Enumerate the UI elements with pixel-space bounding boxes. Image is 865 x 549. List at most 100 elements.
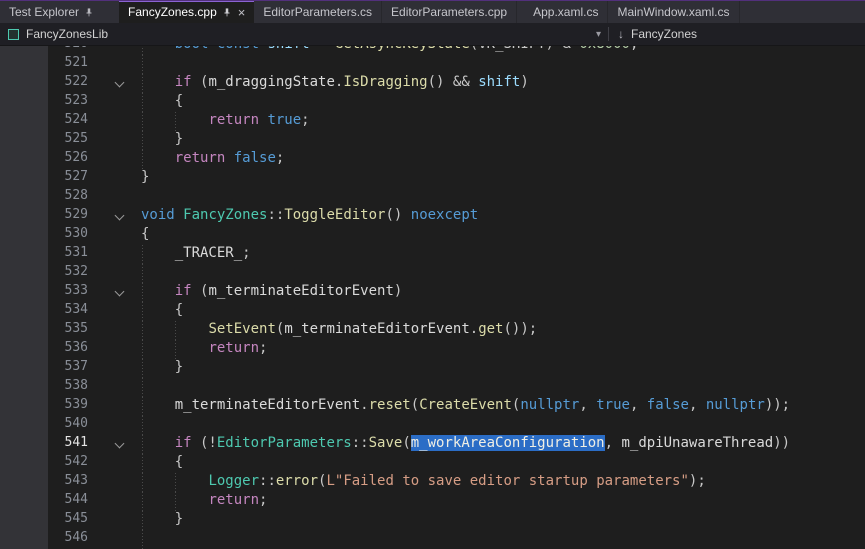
fold-margin xyxy=(94,454,136,473)
code-line[interactable]: 522 if (m_draggingState.IsDragging() && … xyxy=(0,74,865,93)
code-line[interactable]: 539 m_terminateEditorEvent.reset(CreateE… xyxy=(0,397,865,416)
chevron-down-icon[interactable] xyxy=(115,439,125,449)
fold-margin xyxy=(94,397,136,416)
fold-margin[interactable] xyxy=(94,283,136,302)
code-line[interactable]: 543 Logger::error(L"Failed to save edito… xyxy=(0,473,865,492)
breakpoint-margin[interactable] xyxy=(0,416,48,435)
indent-guide xyxy=(142,321,143,340)
indent-guide xyxy=(142,112,143,131)
breakpoint-margin[interactable] xyxy=(0,397,48,416)
pin-icon[interactable] xyxy=(84,7,94,18)
fold-margin[interactable] xyxy=(94,74,136,93)
line-number: 543 xyxy=(48,473,94,492)
tab-test-explorer[interactable]: Test Explorer xyxy=(0,1,103,23)
breakpoint-margin[interactable] xyxy=(0,226,48,245)
tab-label: Test Explorer xyxy=(9,5,79,19)
breakpoint-margin[interactable] xyxy=(0,207,48,226)
line-number: 521 xyxy=(48,55,94,74)
breakpoint-margin[interactable] xyxy=(0,150,48,169)
breakpoint-margin[interactable] xyxy=(0,46,48,55)
breakpoint-margin[interactable] xyxy=(0,264,48,283)
code-line-text: if (m_draggingState.IsDragging() && shif… xyxy=(136,74,865,93)
code-line[interactable]: 541 if (!EditorParameters::Save(m_workAr… xyxy=(0,435,865,454)
chevron-down-icon[interactable] xyxy=(115,78,125,88)
indent-guide xyxy=(142,416,143,435)
code-line[interactable]: 520 bool const shift = GetAsyncKeyState(… xyxy=(0,46,865,55)
code-line[interactable]: 527} xyxy=(0,169,865,188)
code-line-text: { xyxy=(136,454,865,473)
fold-margin[interactable] xyxy=(94,435,136,454)
project-dropdown[interactable]: FancyZonesLib ▾ xyxy=(0,23,608,45)
code-editor[interactable]: 520 bool const shift = GetAsyncKeyState(… xyxy=(0,46,865,549)
breakpoint-margin[interactable] xyxy=(0,340,48,359)
code-line[interactable]: 544 return; xyxy=(0,492,865,511)
code-line[interactable]: 533 if (m_terminateEditorEvent) xyxy=(0,283,865,302)
line-number: 541 xyxy=(48,435,94,454)
line-number: 524 xyxy=(48,112,94,131)
code-line[interactable]: 530{ xyxy=(0,226,865,245)
code-line-text: { xyxy=(136,93,865,112)
indent-guide xyxy=(142,511,143,530)
member-dropdown[interactable]: ↓ FancyZones xyxy=(609,23,865,45)
code-line[interactable]: 546 xyxy=(0,530,865,549)
pin-icon[interactable] xyxy=(222,7,232,18)
tab-editorparameters-cs[interactable]: EditorParameters.cs xyxy=(254,1,382,23)
code-line[interactable]: 542 { xyxy=(0,454,865,473)
fold-margin xyxy=(94,112,136,131)
breakpoint-margin[interactable] xyxy=(0,55,48,74)
code-line[interactable]: 537 } xyxy=(0,359,865,378)
code-line[interactable]: 529void FancyZones::ToggleEditor() noexc… xyxy=(0,207,865,226)
tab-mainwindow-xaml-cs[interactable]: MainWindow.xaml.cs xyxy=(608,1,739,23)
tab-app-xaml-cs[interactable]: App.xaml.cs xyxy=(524,1,608,23)
breakpoint-margin[interactable] xyxy=(0,359,48,378)
breakpoint-margin[interactable] xyxy=(0,530,48,549)
code-line[interactable]: 532 xyxy=(0,264,865,283)
chevron-down-icon[interactable] xyxy=(115,211,125,221)
member-name: FancyZones xyxy=(631,27,697,41)
breakpoint-margin[interactable] xyxy=(0,245,48,264)
breakpoint-margin[interactable] xyxy=(0,302,48,321)
breakpoint-margin[interactable] xyxy=(0,511,48,530)
tab-label: App.xaml.cs xyxy=(533,5,598,19)
breakpoint-margin[interactable] xyxy=(0,473,48,492)
code-line[interactable]: 524 return true; xyxy=(0,112,865,131)
code-line[interactable]: 535 SetEvent(m_terminateEditorEvent.get(… xyxy=(0,321,865,340)
breakpoint-margin[interactable] xyxy=(0,283,48,302)
breakpoint-margin[interactable] xyxy=(0,378,48,397)
code-line[interactable]: 528 xyxy=(0,188,865,207)
breakpoint-margin[interactable] xyxy=(0,169,48,188)
indent-guide xyxy=(142,473,143,492)
code-line[interactable]: 526 return false; xyxy=(0,150,865,169)
code-line[interactable]: 525 } xyxy=(0,131,865,150)
close-icon[interactable]: × xyxy=(238,6,246,19)
line-number: 538 xyxy=(48,378,94,397)
breakpoint-margin[interactable] xyxy=(0,492,48,511)
fold-margin[interactable] xyxy=(94,207,136,226)
breakpoint-margin[interactable] xyxy=(0,321,48,340)
indent-guide xyxy=(142,131,143,150)
code-line[interactable]: 545 } xyxy=(0,511,865,530)
tab-editorparameters-cpp[interactable]: EditorParameters.cpp xyxy=(382,1,517,23)
tab-fancyzones-cpp[interactable]: FancyZones.cpp × xyxy=(119,1,254,23)
chevron-down-icon[interactable] xyxy=(115,287,125,297)
indent-guide xyxy=(142,93,143,112)
breakpoint-margin[interactable] xyxy=(0,454,48,473)
fold-margin xyxy=(94,131,136,150)
code-line-text xyxy=(136,55,865,74)
line-number: 533 xyxy=(48,283,94,302)
breakpoint-margin[interactable] xyxy=(0,131,48,150)
code-line-text: Logger::error(L"Failed to save editor st… xyxy=(136,473,865,492)
code-line[interactable]: 540 xyxy=(0,416,865,435)
breakpoint-margin[interactable] xyxy=(0,93,48,112)
code-line[interactable]: 531 _TRACER_; xyxy=(0,245,865,264)
breakpoint-margin[interactable] xyxy=(0,188,48,207)
breakpoint-margin[interactable] xyxy=(0,74,48,93)
fold-margin xyxy=(94,93,136,112)
code-line[interactable]: 538 xyxy=(0,378,865,397)
breakpoint-margin[interactable] xyxy=(0,112,48,131)
breakpoint-margin[interactable] xyxy=(0,435,48,454)
code-line[interactable]: 536 return; xyxy=(0,340,865,359)
code-line[interactable]: 523 { xyxy=(0,93,865,112)
code-line[interactable]: 521 xyxy=(0,55,865,74)
code-line[interactable]: 534 { xyxy=(0,302,865,321)
